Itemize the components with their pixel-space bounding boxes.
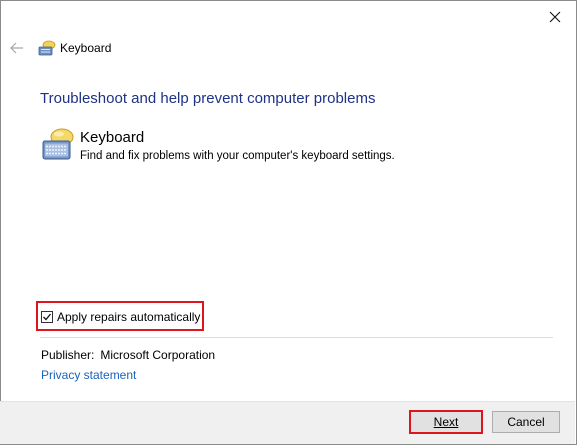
- privacy-statement-link[interactable]: Privacy statement: [41, 367, 136, 383]
- next-button[interactable]: Next: [409, 410, 483, 434]
- cancel-button[interactable]: Cancel: [492, 411, 560, 433]
- keyboard-icon: [38, 40, 56, 56]
- apply-repairs-checkbox[interactable]: [41, 311, 53, 323]
- divider: [40, 337, 553, 338]
- publisher-info: Publisher: Microsoft Corporation: [41, 347, 215, 363]
- window-title: Keyboard: [60, 41, 112, 55]
- troubleshooter-description: Find and fix problems with your computer…: [80, 150, 395, 162]
- checkmark-icon: [43, 313, 52, 321]
- close-icon: [549, 11, 561, 23]
- back-button[interactable]: [9, 40, 25, 56]
- apply-repairs-label[interactable]: Apply repairs automatically: [57, 309, 200, 325]
- next-button-label: Next: [433, 415, 459, 429]
- publisher-name: Microsoft Corporation: [100, 348, 216, 362]
- page-heading: Troubleshoot and help prevent computer p…: [40, 90, 376, 107]
- troubleshooter-title: Keyboard: [80, 129, 145, 146]
- close-button[interactable]: [540, 5, 570, 29]
- footer-bar: [0, 401, 575, 444]
- publisher-label: Publisher:: [41, 348, 95, 362]
- keyboard-icon: [42, 128, 74, 160]
- back-arrow-icon: [10, 42, 23, 54]
